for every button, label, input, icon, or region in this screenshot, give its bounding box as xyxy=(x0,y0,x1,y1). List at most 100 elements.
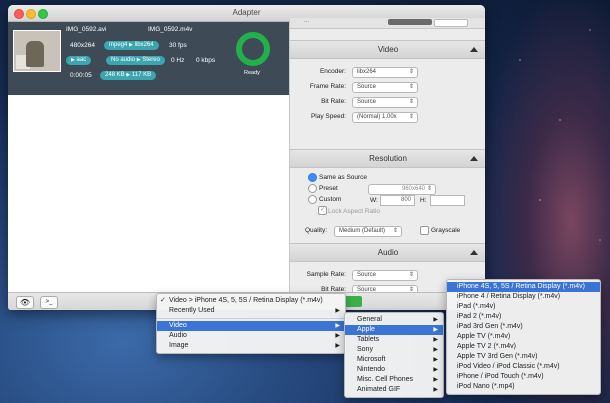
collapse-triangle-icon[interactable] xyxy=(470,156,478,161)
target-filename: IMG_0592.m4v xyxy=(148,26,193,33)
updown-arrows-icon: ⇕ xyxy=(408,114,414,120)
codec-label: mpeg4 xyxy=(109,42,128,48)
height-input[interactable] xyxy=(430,195,465,206)
size-pill: 248 KB ▶ 117 KB xyxy=(100,71,157,80)
output-path-button[interactable] xyxy=(388,19,432,25)
codec-pill: mpeg4 ▶ libx264 xyxy=(104,41,159,50)
menu-item-apple[interactable]: Apple ▶ xyxy=(345,325,443,335)
menu-item-general[interactable]: General ▶ xyxy=(345,315,443,325)
collapse-triangle-icon[interactable] xyxy=(470,250,478,255)
quality-select[interactable]: Medium (Default) ⇕ xyxy=(334,226,402,237)
size-to-label: 117 KB xyxy=(131,72,152,78)
preset-select[interactable]: 960x640 ⇕ xyxy=(368,184,436,195)
menu-item-device-2[interactable]: iPad (*.m4v) xyxy=(447,302,600,312)
menu-label-audio: Audio xyxy=(169,332,187,339)
sample-rate-select[interactable]: Source ⇕ xyxy=(352,270,418,281)
menu-label-microsoft: Microsoft xyxy=(357,356,386,363)
encoder-select[interactable]: libx264 ⇕ xyxy=(352,67,418,78)
menu-item-device-3[interactable]: iPad 2 (*.m4v) xyxy=(447,312,600,322)
width-input[interactable]: 800 xyxy=(380,195,415,206)
menu-item-device-7[interactable]: Apple TV 3rd Gen (*.m4v) xyxy=(447,352,600,362)
updown-arrows-icon: ⇕ xyxy=(408,84,414,90)
menu-item-device-6[interactable]: Apple TV 2 (*.m4v) xyxy=(447,342,600,352)
file-queue: IMG_0592.avi IMG_0592.m4v 480x264 mpeg4 … xyxy=(8,22,289,292)
menu-item-nintendo[interactable]: Nintendo ▶ xyxy=(345,365,443,375)
sample-rate-value: Source xyxy=(357,272,377,278)
convert-button[interactable] xyxy=(344,296,362,307)
submenu-arrow-icon: ▶ xyxy=(335,343,340,349)
video-category-menu: General ▶ Apple ▶ Tablets ▶ Sony ▶ Microsoft… xyxy=(344,312,444,398)
current-format-label: Video > iPhone 4S, 5, 5S / Retina Displa… xyxy=(169,297,323,304)
menu-item-animated-gif[interactable]: Animated GIF ▶ xyxy=(345,385,443,395)
grayscale-checkbox[interactable] xyxy=(420,226,429,235)
menu-item-recently-used[interactable]: Recently Used ▶ xyxy=(157,306,345,316)
submenu-arrow-icon: ▶ xyxy=(433,357,438,363)
preset-radio[interactable] xyxy=(308,184,317,193)
video-header-label: Video xyxy=(377,45,399,54)
resolution-header-label: Resolution xyxy=(369,154,407,163)
menu-item-device-1[interactable]: iPhone 4 / Retina Display (*.m4v) xyxy=(447,292,600,302)
output-path-row: ... xyxy=(290,18,485,29)
menu-item-device-9[interactable]: iPhone / iPod Touch (*.m4v) xyxy=(447,372,600,382)
preset-value: 960x640 xyxy=(401,186,425,192)
frame-rate-label: Frame Rate: xyxy=(309,83,346,90)
submenu-arrow-icon: ▶ xyxy=(335,323,340,329)
menu-item-audio[interactable]: Audio ▶ xyxy=(157,331,345,341)
sample-rate-label: Sample Rate: xyxy=(306,271,346,278)
output-path-text: ... xyxy=(304,18,310,24)
menu-item-device-5[interactable]: Apple TV (*.m4v) xyxy=(447,332,600,342)
frame-rate-select[interactable]: Source ⇕ xyxy=(352,82,418,93)
menu-item-device-4[interactable]: iPad 3rd Gen (*.m4v) xyxy=(447,322,600,332)
terminal-icon[interactable]: >_ xyxy=(40,296,58,309)
encoder-label: Encoder: xyxy=(319,68,346,75)
submenu-arrow-icon: ▶ xyxy=(433,377,438,383)
menu-label-general: General xyxy=(357,316,382,323)
audio-channels-pill: No audio ▶ Stereo xyxy=(106,56,165,65)
play-speed-select[interactable]: (Normal) 1.00x ⇕ xyxy=(352,112,418,123)
recent-label: Recently Used xyxy=(169,307,215,314)
arrow-right-icon: ▶ xyxy=(129,42,133,48)
menu-label-sony: Sony xyxy=(357,346,373,353)
bit-rate-label: Bit Rate: xyxy=(321,98,346,105)
bit-rate-value: Source xyxy=(357,99,377,105)
menu-item-device-10[interactable]: iPod Nano (*.mp4) xyxy=(447,382,600,392)
updown-arrows-icon: ⇕ xyxy=(408,272,414,278)
collapse-triangle-icon[interactable] xyxy=(470,47,478,52)
preset-label: Preset xyxy=(319,185,338,192)
menu-item-sony[interactable]: Sony ▶ xyxy=(345,345,443,355)
menu-item-video[interactable]: Video ▶ xyxy=(157,321,345,331)
lock-aspect-checkbox[interactable]: ✓ xyxy=(318,206,327,215)
menu-item-misc-cell-phones[interactable]: Misc. Cell Phones ▶ xyxy=(345,375,443,385)
audio-codec-label: aac xyxy=(76,57,87,63)
same-as-source-radio[interactable] xyxy=(308,173,317,182)
file-item[interactable]: IMG_0592.avi IMG_0592.m4v 480x264 mpeg4 … xyxy=(8,22,289,95)
preview-eye-icon[interactable]: 👁 xyxy=(16,296,34,309)
menu-label-gif: Animated GIF xyxy=(357,386,401,393)
updown-arrows-icon: ⇕ xyxy=(426,186,432,192)
video-section-header[interactable]: Video xyxy=(290,40,485,59)
audio-section-header[interactable]: Audio xyxy=(290,243,485,262)
bit-rate-select[interactable]: Source ⇕ xyxy=(352,97,418,108)
quality-label: Quality: xyxy=(305,227,328,234)
menu-item-tablets[interactable]: Tablets ▶ xyxy=(345,335,443,345)
output-path-field[interactable] xyxy=(434,19,468,27)
menu-item-microsoft[interactable]: Microsoft ▶ xyxy=(345,355,443,365)
submenu-arrow-icon: ▶ xyxy=(433,347,438,353)
resolution-text: 480x264 xyxy=(70,42,95,49)
fps-text: 30 fps xyxy=(169,42,187,49)
submenu-arrow-icon: ▶ xyxy=(335,333,340,339)
menu-item-image[interactable]: Image ▶ xyxy=(157,341,345,351)
video-thumbnail xyxy=(13,30,61,72)
no-audio-label: No audio xyxy=(111,57,136,63)
menu-item-device-0[interactable]: iPhone 4S, 5, 5S / Retina Display (*.m4v… xyxy=(447,282,600,292)
resolution-section-header[interactable]: Resolution xyxy=(290,149,485,168)
menu-item-device-8[interactable]: iPod Video / iPod Classic (*.m4v) xyxy=(447,362,600,372)
custom-radio[interactable] xyxy=(308,195,317,204)
adapter-window: Adapter IMG_0592.avi IMG_0592.m4v 480x26… xyxy=(8,5,485,310)
audio-header-label: Audio xyxy=(377,248,399,257)
menu-item-current[interactable]: ✓ Video > iPhone 4S, 5, 5S / Retina Displ… xyxy=(157,296,345,306)
updown-arrows-icon: ⇕ xyxy=(408,99,414,105)
lock-aspect-label: Lock Aspect Ratio xyxy=(328,208,381,215)
encoder-value: libx264 xyxy=(357,69,377,75)
duration-text: 0:00:05 xyxy=(70,72,92,79)
